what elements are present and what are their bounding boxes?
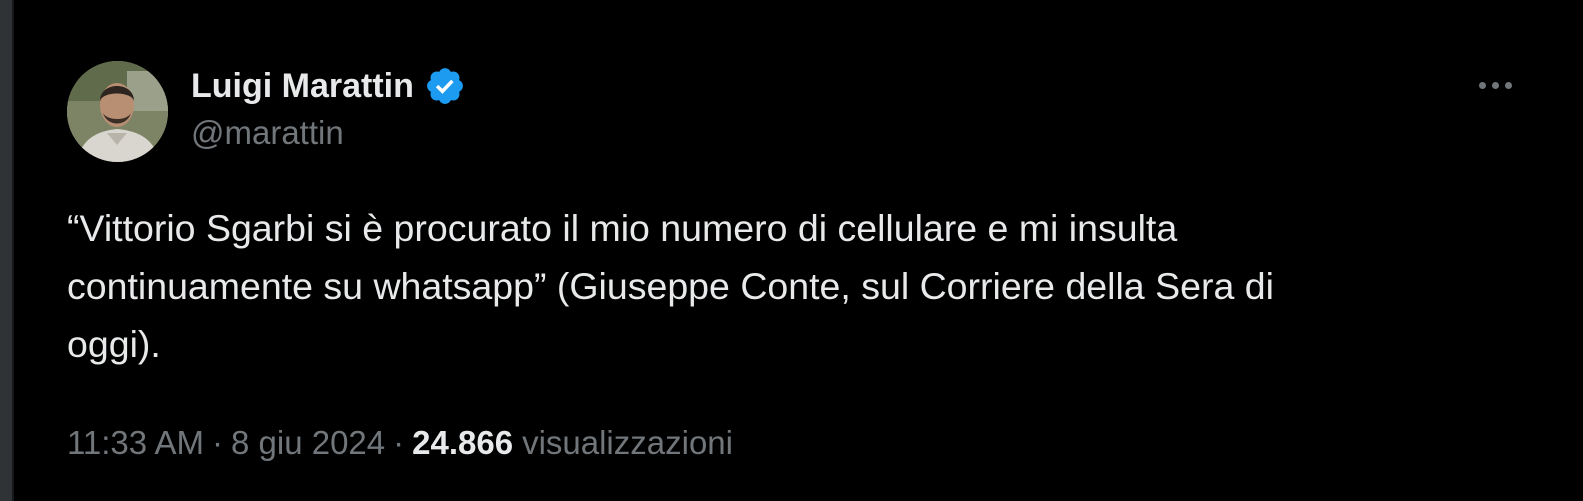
views-count[interactable]: 24.866 [412,424,513,462]
tweet-card[interactable]: Luigi Marattin @marattin “Vittorio Sgarb… [14,0,1568,501]
avatar-image [67,61,168,162]
tweet-time[interactable]: 11:33 AM [67,424,204,462]
tweet-text: “Vittorio Sgarbi si è procurato il mio n… [67,207,1274,365]
more-options-icon [1491,81,1499,89]
author-display-name[interactable]: Luigi Marattin [191,67,414,106]
separator-dot: · [393,424,405,461]
avatar[interactable] [67,61,168,162]
more-options-button[interactable] [1470,72,1520,98]
tweet-metadata: 11:33 AM · 8 giu 2024 · 24.866 visualizz… [67,424,733,462]
separator-dot: · [211,424,223,461]
more-options-icon [1478,81,1486,89]
left-border [0,0,12,501]
verified-badge-icon[interactable] [424,65,466,107]
views-label: visualizzazioni [522,424,733,461]
author-handle[interactable]: @marattin [191,114,344,152]
author-name-row[interactable]: Luigi Marattin [191,64,466,108]
tweet-date[interactable]: 8 giu 2024 [231,424,385,462]
more-options-icon [1504,81,1512,89]
